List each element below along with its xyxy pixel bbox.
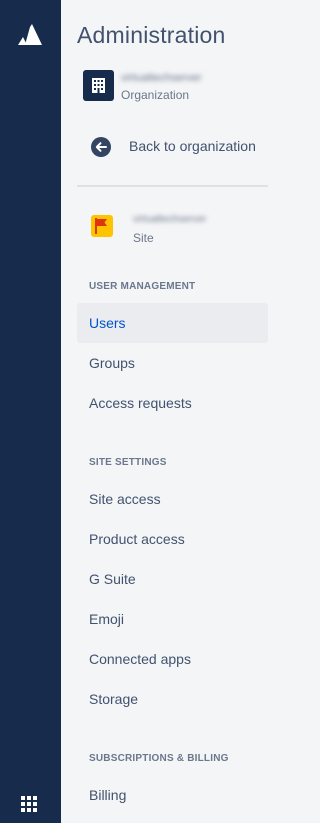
sidebar-item-users[interactable]: Users <box>77 303 268 343</box>
sidebar-item-billing[interactable]: Billing <box>77 775 268 815</box>
section-heading-user-management: USER MANAGEMENT <box>89 281 196 292</box>
atlassian-logo-icon[interactable] <box>17 24 43 46</box>
sidebar-item-product-access[interactable]: Product access <box>77 519 268 559</box>
sidebar-item-storage[interactable]: Storage <box>77 679 268 719</box>
sidebar-item-groups[interactable]: Groups <box>77 343 268 383</box>
sidebar-item-site-access[interactable]: Site access <box>77 479 268 519</box>
organization-type-label: Organization <box>121 88 190 102</box>
back-to-organization-label: Back to organization <box>129 138 256 154</box>
site-name: virtualtechserver <box>133 214 207 225</box>
flag-icon <box>95 218 107 234</box>
site-avatar <box>91 215 113 237</box>
organization-switcher[interactable]: virtualtechserver Organization <box>83 70 283 102</box>
arrow-left-icon <box>91 137 111 157</box>
organization-name: virtualtechserver <box>121 72 202 84</box>
back-to-organization-link[interactable]: Back to organization <box>91 136 286 158</box>
global-navigation <box>0 0 61 823</box>
organization-avatar <box>83 70 114 101</box>
site-type-label: Site <box>133 231 154 245</box>
building-icon <box>92 78 105 93</box>
app-switcher-icon[interactable] <box>21 796 37 812</box>
sidebar-item-access-requests[interactable]: Access requests <box>77 383 268 423</box>
sidebar-item-connected-apps[interactable]: Connected apps <box>77 639 268 679</box>
sidebar-item-g-suite[interactable]: G Suite <box>77 559 268 599</box>
section-heading-subscriptions-billing: SUBSCRIPTIONS & BILLING <box>89 753 229 764</box>
sidebar-item-emoji[interactable]: Emoji <box>77 599 268 639</box>
section-heading-site-settings: SITE SETTINGS <box>89 457 167 468</box>
page-title: Administration <box>77 22 226 48</box>
admin-sidebar: Administration virtualtechserver Organiz… <box>61 0 286 823</box>
divider <box>77 185 268 187</box>
site-switcher[interactable]: virtualtechserver Site <box>91 212 281 245</box>
